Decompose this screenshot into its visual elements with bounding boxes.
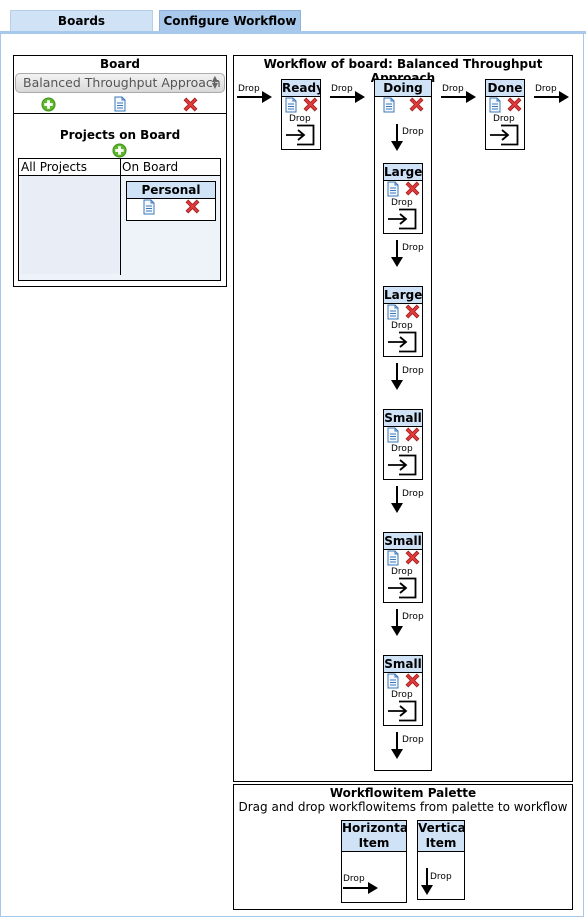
edit-board-icon[interactable]: [112, 96, 128, 112]
item-drop-label: Drop: [391, 444, 413, 454]
palette-vertical-label-2: Item: [425, 836, 457, 850]
edit-item-icon[interactable]: [283, 97, 299, 113]
project-personal[interactable]: Personal: [126, 181, 216, 221]
workflow-item-doing-label: Doing: [375, 80, 431, 97]
col-all-projects: All Projects: [21, 160, 87, 174]
vertical-drop-zone[interactable]: [388, 363, 422, 393]
tab-boards[interactable]: Boards: [10, 10, 153, 32]
palette-vertical-drop-label: Drop: [430, 872, 452, 882]
palette-horizontal-label-1: Horizontal: [342, 821, 406, 835]
horizontal-drop-zone[interactable]: [330, 82, 368, 106]
vertical-drop-zone[interactable]: [388, 486, 422, 516]
workflow-item-label: Small: [384, 533, 422, 550]
select-arrows-icon: ▲ ▼: [211, 74, 218, 90]
vertical-drop-zone[interactable]: [388, 240, 422, 270]
board-select[interactable]: Balanced Throughput Approach ▲ ▼: [15, 73, 225, 93]
enter-drop-icon[interactable]: [489, 124, 519, 146]
workflow-item-label: Large: [384, 287, 422, 304]
edit-doing-icon[interactable]: [381, 97, 397, 113]
item-drop-label: Drop: [391, 567, 413, 577]
add-board-icon[interactable]: [41, 97, 56, 112]
workflow-item-label: Done: [486, 80, 524, 97]
palette-vertical-label-1: Vertical: [418, 821, 464, 835]
item-drop-label: Drop: [391, 690, 413, 700]
delete-item-icon[interactable]: [404, 426, 421, 443]
edit-item-icon[interactable]: [385, 304, 401, 320]
project-personal-name: Personal: [127, 182, 215, 199]
delete-item-icon[interactable]: [404, 549, 421, 566]
edit-project-icon[interactable]: [141, 199, 157, 215]
tab-configure-workflow[interactable]: Configure Workflow: [159, 10, 301, 32]
workflow-item-label: Large: [384, 164, 422, 181]
delete-item-icon[interactable]: [404, 672, 421, 689]
workflow-item-label: Small: [384, 656, 422, 673]
board-panel-title: Board: [100, 57, 140, 71]
delete-board-icon[interactable]: [182, 96, 199, 113]
board-select-value: Balanced Throughput Approach: [23, 75, 221, 90]
item-drop-label: Drop: [391, 198, 413, 208]
remove-project-icon[interactable]: [184, 198, 201, 215]
vertical-drop-zone[interactable]: [388, 124, 422, 154]
palette-horizontal-label-2: Item: [358, 836, 390, 850]
delete-item-icon[interactable]: [404, 180, 421, 197]
delete-item-icon[interactable]: [404, 303, 421, 320]
horizontal-drop-zone[interactable]: [237, 82, 275, 106]
edit-item-icon[interactable]: [385, 673, 401, 689]
enter-drop-icon[interactable]: [387, 208, 417, 230]
delete-doing-icon[interactable]: [408, 96, 425, 113]
palette-hint: Drag and drop workflowitems from palette…: [238, 800, 568, 814]
enter-drop-icon[interactable]: [387, 577, 417, 599]
palette-vertical-item[interactable]: Vertical Item Drop: [417, 820, 465, 900]
edit-item-icon[interactable]: [385, 427, 401, 443]
horizontal-drop-zone[interactable]: [534, 82, 572, 106]
enter-drop-icon[interactable]: [285, 124, 315, 146]
projects-table-col-divider: [120, 159, 121, 275]
palette-horizontal-item[interactable]: Horizontal Item Drop: [341, 820, 407, 903]
delete-item-icon[interactable]: [302, 96, 319, 113]
all-projects-list[interactable]: [21, 176, 119, 274]
vertical-drop-zone[interactable]: [388, 609, 422, 639]
edit-item-icon[interactable]: [487, 97, 503, 113]
workflow-item-label: Small: [384, 410, 422, 427]
item-drop-label: Drop: [391, 321, 413, 331]
tab-boards-label: Boards: [57, 14, 106, 28]
projects-on-board-title: Projects on Board: [59, 128, 181, 142]
workflow-item-label: Ready: [282, 80, 320, 97]
col-on-board: On Board: [122, 160, 179, 174]
horizontal-drop-zone[interactable]: [441, 82, 479, 106]
palette-vertical-header: Vertical Item: [418, 821, 464, 852]
enter-drop-icon[interactable]: [387, 700, 417, 722]
palette-horizontal-header: Horizontal Item: [342, 821, 406, 852]
delete-item-icon[interactable]: [506, 96, 523, 113]
vertical-drop-zone[interactable]: [388, 732, 422, 762]
palette-title: Workflowitem Palette: [329, 786, 477, 800]
palette-horizontal-arrow-icon: [343, 881, 379, 895]
edit-item-icon[interactable]: [385, 550, 401, 566]
tab-configure-workflow-label: Configure Workflow: [163, 14, 297, 28]
enter-drop-icon[interactable]: [387, 331, 417, 353]
item-drop-label: Drop: [493, 114, 515, 124]
edit-item-icon[interactable]: [385, 181, 401, 197]
item-drop-label: Drop: [289, 114, 311, 124]
add-project-icon[interactable]: [112, 143, 127, 158]
board-panel-divider: [14, 113, 226, 114]
enter-drop-icon[interactable]: [387, 454, 417, 476]
